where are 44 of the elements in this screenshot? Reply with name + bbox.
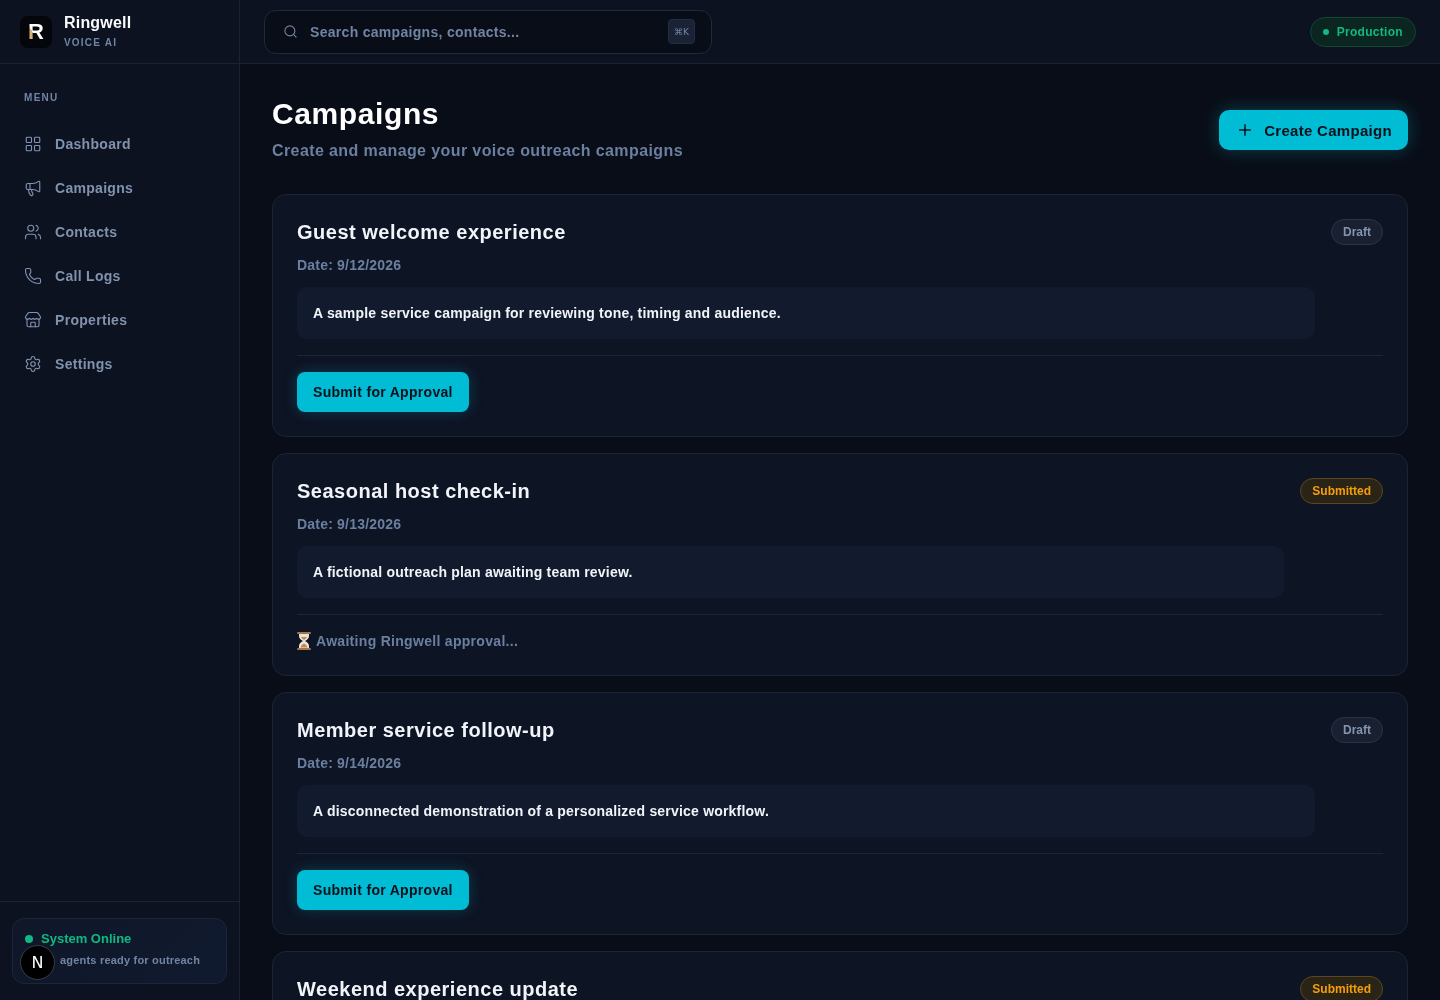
- system-status-label: System Online: [41, 931, 132, 947]
- sidebar-nav-item[interactable]: Settings: [12, 346, 227, 382]
- page-subtitle: Create and manage your voice outreach campaigns: [272, 141, 683, 161]
- sidebar-nav-item[interactable]: Properties: [12, 302, 227, 338]
- campaign-description: A sample service campaign for reviewing tone, timing and audience.: [297, 287, 1315, 339]
- campaign-title: Guest welcome experience: [297, 220, 567, 245]
- system-status-detail: agents ready for outreach: [60, 953, 202, 967]
- campaign-date: Date: 9/14/2026: [297, 754, 403, 773]
- submit-for-approval-button[interactable]: Submit for Approval: [297, 372, 469, 412]
- campaign-date: Date: 9/13/2026: [297, 515, 403, 534]
- menu-section-label: MENU: [23, 92, 60, 104]
- search-input[interactable]: Search campaigns, contacts...: [310, 21, 657, 42]
- phone-icon: [24, 267, 42, 285]
- status-badge: Draft: [1331, 717, 1383, 743]
- storefront-icon: [24, 311, 42, 329]
- sidebar-nav-item[interactable]: Dashboard: [12, 126, 227, 162]
- hourglass-icon: [297, 632, 311, 650]
- status-badge: Submitted: [1300, 478, 1383, 504]
- campaign-title: Member service follow-up: [297, 718, 556, 743]
- sidebar-nav-item[interactable]: Campaigns: [12, 170, 227, 206]
- status-badge: Draft: [1331, 219, 1383, 245]
- settings-icon: [24, 355, 42, 373]
- status-badge: Submitted: [1300, 976, 1383, 1000]
- logo-mark: R: [20, 15, 52, 48]
- campaign-title: Weekend experience update: [297, 977, 580, 1000]
- megaphone-icon: [24, 179, 42, 197]
- campaign-title: Seasonal host check-in: [297, 479, 532, 504]
- sidebar-nav-item[interactable]: Call Logs: [12, 258, 227, 294]
- users-icon: [24, 223, 42, 241]
- environment-label: Production: [1336, 24, 1403, 39]
- shortcut-key-hint: ⌘K: [668, 19, 695, 44]
- dashboard-grid-icon: [24, 135, 42, 153]
- approval-status-text: Awaiting Ringwell approval...: [316, 632, 519, 651]
- brand-tagline: VOICE AI: [64, 37, 119, 49]
- campaign-description: A disconnected demonstration of a personalized service workflow.: [297, 785, 1315, 837]
- campaign-description: A fictional outreach plan awaiting team review.: [297, 546, 1285, 598]
- submit-for-approval-button[interactable]: Submit for Approval: [297, 870, 469, 910]
- sidebar-nav-item[interactable]: Contacts: [12, 214, 227, 250]
- search-icon: [283, 24, 298, 39]
- brand-name: Ringwell: [64, 14, 132, 32]
- search-field[interactable]: Search campaigns, contacts... ⌘K: [264, 9, 712, 54]
- campaign-date: Date: 9/12/2026: [297, 256, 403, 275]
- create-campaign-button[interactable]: Create Campaign: [1219, 110, 1408, 150]
- page-title: Campaigns: [272, 96, 441, 132]
